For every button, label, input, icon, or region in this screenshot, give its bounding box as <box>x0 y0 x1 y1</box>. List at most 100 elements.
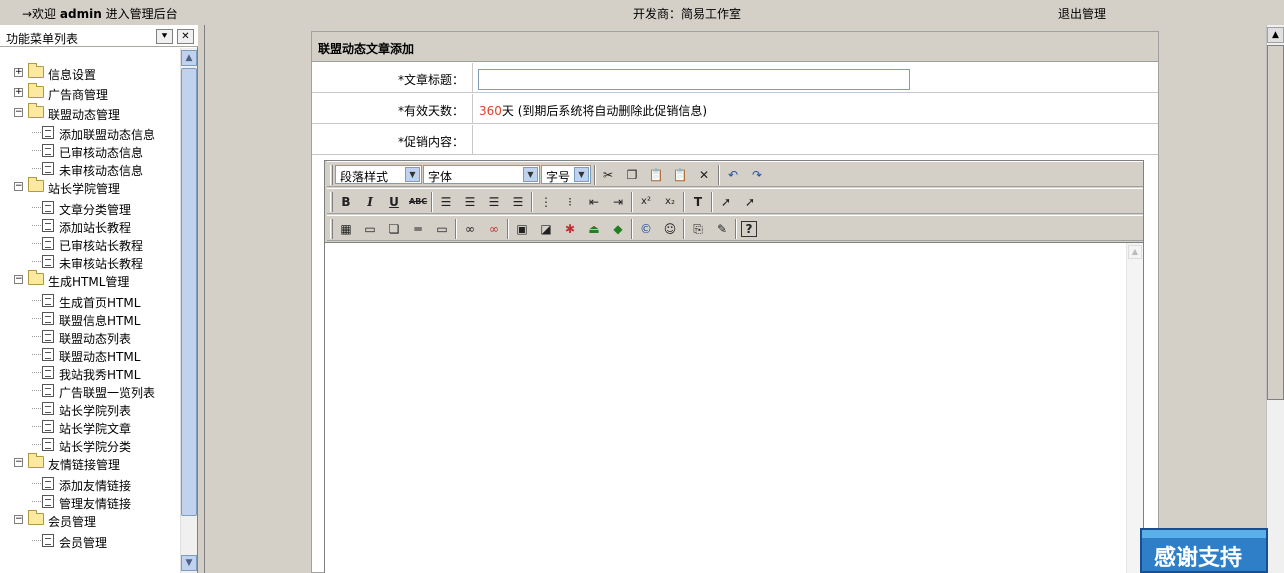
unordered-list-icon[interactable]: ⁝ <box>561 193 579 211</box>
editor-scrollbar[interactable]: ▲ <box>1126 243 1143 573</box>
welcome-prefix: →欢迎 <box>22 7 57 21</box>
flash-icon[interactable]: ✱ <box>561 220 579 238</box>
toolbar-separator <box>455 219 457 239</box>
italic-icon[interactable]: I <box>361 193 379 211</box>
ordered-list-icon[interactable]: ⋮ <box>537 193 555 211</box>
folder-icon <box>28 510 44 525</box>
scroll-up-icon[interactable]: ▲ <box>1128 245 1142 259</box>
help-icon[interactable]: ? <box>741 221 757 237</box>
cut-icon[interactable]: ✂ <box>599 166 617 184</box>
collapse-icon[interactable]: − <box>14 458 23 467</box>
date-icon[interactable]: ▭ <box>361 220 379 238</box>
tree-leaf-label: 未审核站长教程 <box>59 257 144 271</box>
page-scrollbar[interactable]: ▲ <box>1266 25 1284 573</box>
upload-icon[interactable]: ⏏ <box>585 220 603 238</box>
tree-connector <box>32 483 41 484</box>
underline-icon[interactable]: U <box>385 193 403 211</box>
tree-connector <box>32 225 41 226</box>
scroll-thumb[interactable] <box>181 68 197 516</box>
copy-icon[interactable]: ❐ <box>623 166 641 184</box>
outdent-icon[interactable]: ⇤ <box>585 193 603 211</box>
home-icon[interactable]: ◆ <box>609 220 627 238</box>
panel-header: 功能菜单列表 ⯆ ✕ <box>0 25 198 47</box>
expand-icon[interactable]: + <box>14 68 23 77</box>
tree-leaf-label: 会员管理 <box>59 536 108 550</box>
remove-format-icon[interactable]: T <box>689 193 707 211</box>
horizontal-rule-icon[interactable]: ═ <box>409 220 427 238</box>
page-icon <box>42 366 54 379</box>
page-icon[interactable]: ❏ <box>385 220 403 238</box>
menu-scrollbar[interactable]: ▲ ▼ <box>180 48 197 573</box>
paste-text-icon[interactable]: 📋 <box>671 166 689 184</box>
main-content: 联盟动态文章添加 *文章标题： *有效天数： 360天 (到期后系统将自动删除此… <box>204 25 1266 573</box>
collapse-icon[interactable]: − <box>14 515 23 524</box>
collapse-icon[interactable]: − <box>14 108 23 117</box>
valid-days-note: 天 (到期后系统将自动删除此促销信息) <box>501 104 708 118</box>
subscript-icon[interactable]: x₂ <box>661 193 679 211</box>
font-select[interactable]: 字体 ▼ <box>423 165 540 184</box>
tree-connector <box>32 207 41 208</box>
strikethrough-icon[interactable]: ABC <box>409 193 427 211</box>
page-icon <box>42 294 54 307</box>
logout-link[interactable]: 退出管理 <box>1058 5 1106 22</box>
pointer-icon[interactable]: ➚ <box>717 193 735 211</box>
redo-icon[interactable]: ↷ <box>748 166 766 184</box>
copyright-icon[interactable]: © <box>637 220 655 238</box>
align-left-icon[interactable]: ☰ <box>437 193 455 211</box>
tree-leaf-label: 联盟信息HTML <box>59 314 141 328</box>
tree-leaf-label: 站长学院文章 <box>59 422 132 436</box>
scroll-down-icon[interactable]: ▼ <box>181 555 197 571</box>
font-size-select[interactable]: 字号 ▼ <box>541 165 591 184</box>
link-icon[interactable]: ∞ <box>461 220 479 238</box>
eraser-icon[interactable]: ✎ <box>713 220 731 238</box>
collapse-icon[interactable]: ⯆ <box>156 29 173 44</box>
page-icon <box>42 420 54 433</box>
thanks-badge[interactable]: 感谢支持 <box>1140 528 1268 573</box>
toolbar-grip <box>330 165 333 185</box>
align-center-icon[interactable]: ☰ <box>461 193 479 211</box>
media-icon[interactable]: ◪ <box>537 220 555 238</box>
toolbar-separator <box>683 219 685 239</box>
scroll-thumb[interactable] <box>1267 45 1284 400</box>
tree-leaf-label: 文章分类管理 <box>59 203 132 217</box>
image-icon[interactable]: ▣ <box>513 220 531 238</box>
expand-icon[interactable]: + <box>14 88 23 97</box>
tree-connector <box>32 132 41 133</box>
form-field-icon[interactable]: ▭ <box>433 220 451 238</box>
toolbar-separator <box>594 165 596 185</box>
page-icon <box>42 162 54 175</box>
align-right-icon[interactable]: ☰ <box>485 193 503 211</box>
tree-folder-label: 会员管理 <box>48 515 97 529</box>
superscript-icon[interactable]: x² <box>637 193 655 211</box>
tree-connector <box>32 501 41 502</box>
table-icon[interactable]: ▦ <box>337 220 355 238</box>
toolbar-separator <box>735 219 737 239</box>
bold-icon[interactable]: B <box>337 193 355 211</box>
tree-leaf-label: 已审核动态信息 <box>59 146 144 160</box>
scroll-up-icon[interactable]: ▲ <box>1267 27 1284 43</box>
emoticon-icon[interactable]: ☺ <box>661 220 679 238</box>
unlink-icon[interactable]: ∞ <box>485 220 503 238</box>
export-icon[interactable]: ⎘ <box>689 220 707 238</box>
collapse-icon[interactable]: − <box>14 182 23 191</box>
page-icon <box>42 402 54 415</box>
select-pointer-icon[interactable]: ➚ <box>741 193 759 211</box>
tree-folder-label: 友情链接管理 <box>48 458 121 472</box>
valid-days-value[interactable]: 360 <box>479 104 502 118</box>
justify-icon[interactable]: ☰ <box>509 193 527 211</box>
page-icon <box>42 312 54 325</box>
valid-days-label: *有效天数： <box>312 94 473 123</box>
close-icon[interactable]: ✕ <box>177 29 194 44</box>
editor-content-area[interactable]: ▲ <box>325 242 1143 573</box>
collapse-icon[interactable]: − <box>14 275 23 284</box>
undo-icon[interactable]: ↶ <box>724 166 742 184</box>
paragraph-style-value: 段落样式 <box>340 170 389 184</box>
tree-leaf-label: 未审核动态信息 <box>59 164 144 178</box>
paragraph-style-select[interactable]: 段落样式 ▼ <box>335 165 422 184</box>
folder-icon <box>28 177 44 192</box>
indent-icon[interactable]: ⇥ <box>609 193 627 211</box>
delete-icon[interactable]: ✕ <box>695 166 713 184</box>
article-title-input[interactable] <box>478 69 910 90</box>
paste-icon[interactable]: 📋 <box>647 166 665 184</box>
scroll-up-icon[interactable]: ▲ <box>181 50 197 66</box>
